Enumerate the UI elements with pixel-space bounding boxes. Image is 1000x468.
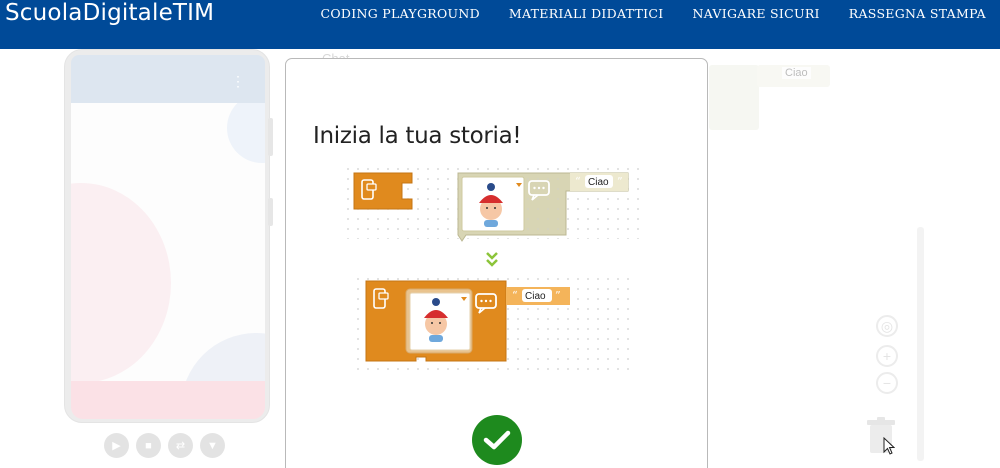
- phone-preview: ⋮: [64, 49, 273, 423]
- kebab-menu-icon[interactable]: ⋮: [231, 73, 245, 90]
- phone-screen: [71, 103, 265, 381]
- mouse-cursor-icon: [883, 437, 895, 455]
- nav-materiali-didattici[interactable]: MATERIALI DIDATTICI: [509, 6, 664, 21]
- check-icon: [483, 430, 511, 450]
- nav-rassegna-stampa[interactable]: RASSEGNA STAMPA: [849, 6, 986, 21]
- nav-coding-playground[interactable]: CODING PLAYGROUND: [321, 6, 480, 21]
- zoom-in-icon[interactable]: +: [876, 345, 898, 367]
- double-chevron-down-icon: [486, 252, 498, 267]
- bubble-text-top: Ciao: [588, 177, 609, 188]
- nav-navigare-sicuri[interactable]: NAVIGARE SICURI: [692, 6, 819, 21]
- main-nav: CODING PLAYGROUND MATERIALI DIDATTICI NA…: [321, 6, 986, 21]
- phone-side-button: [268, 118, 273, 156]
- top-header: ScuolaDigitaleTIM CODING PLAYGROUND MATE…: [0, 0, 1000, 49]
- swap-icon[interactable]: ⇄: [168, 433, 193, 458]
- bubble-text-bottom: Ciao: [525, 291, 546, 302]
- site-logo[interactable]: ScuolaDigitaleTIM: [5, 0, 214, 26]
- blocks-illustration: “ Ciao ” “ Ciao ”: [346, 167, 646, 377]
- modal-title: Inizia la tua storia!: [313, 123, 522, 149]
- tutorial-modal: Inizia la tua storia! “ Ciao ” “ Ciao ”: [285, 58, 708, 468]
- player-controls: ▶ ■ ⇄ ▼: [104, 433, 225, 458]
- decor-blob: [227, 103, 265, 163]
- zoom-out-icon[interactable]: −: [876, 372, 898, 394]
- filter-icon[interactable]: ▼: [200, 433, 225, 458]
- workspace-block[interactable]: [709, 65, 759, 130]
- svg-text:“: “: [575, 175, 581, 188]
- phone-side-button: [268, 198, 273, 226]
- play-icon[interactable]: ▶: [104, 433, 129, 458]
- svg-text:“: “: [512, 289, 518, 302]
- workspace-scrollbar[interactable]: [917, 227, 924, 461]
- recenter-icon[interactable]: ◎: [876, 315, 898, 337]
- decor-blob: [181, 333, 265, 381]
- confirm-button[interactable]: [472, 415, 522, 465]
- phone-app-bar: ⋮: [71, 55, 265, 103]
- decor-blob: [71, 183, 171, 381]
- stop-icon[interactable]: ■: [136, 433, 161, 458]
- workspace-block-text: Ciao: [782, 67, 811, 79]
- svg-text:”: ”: [617, 175, 623, 188]
- svg-text:”: ”: [555, 289, 561, 302]
- phone-bottom-bar: [71, 381, 265, 419]
